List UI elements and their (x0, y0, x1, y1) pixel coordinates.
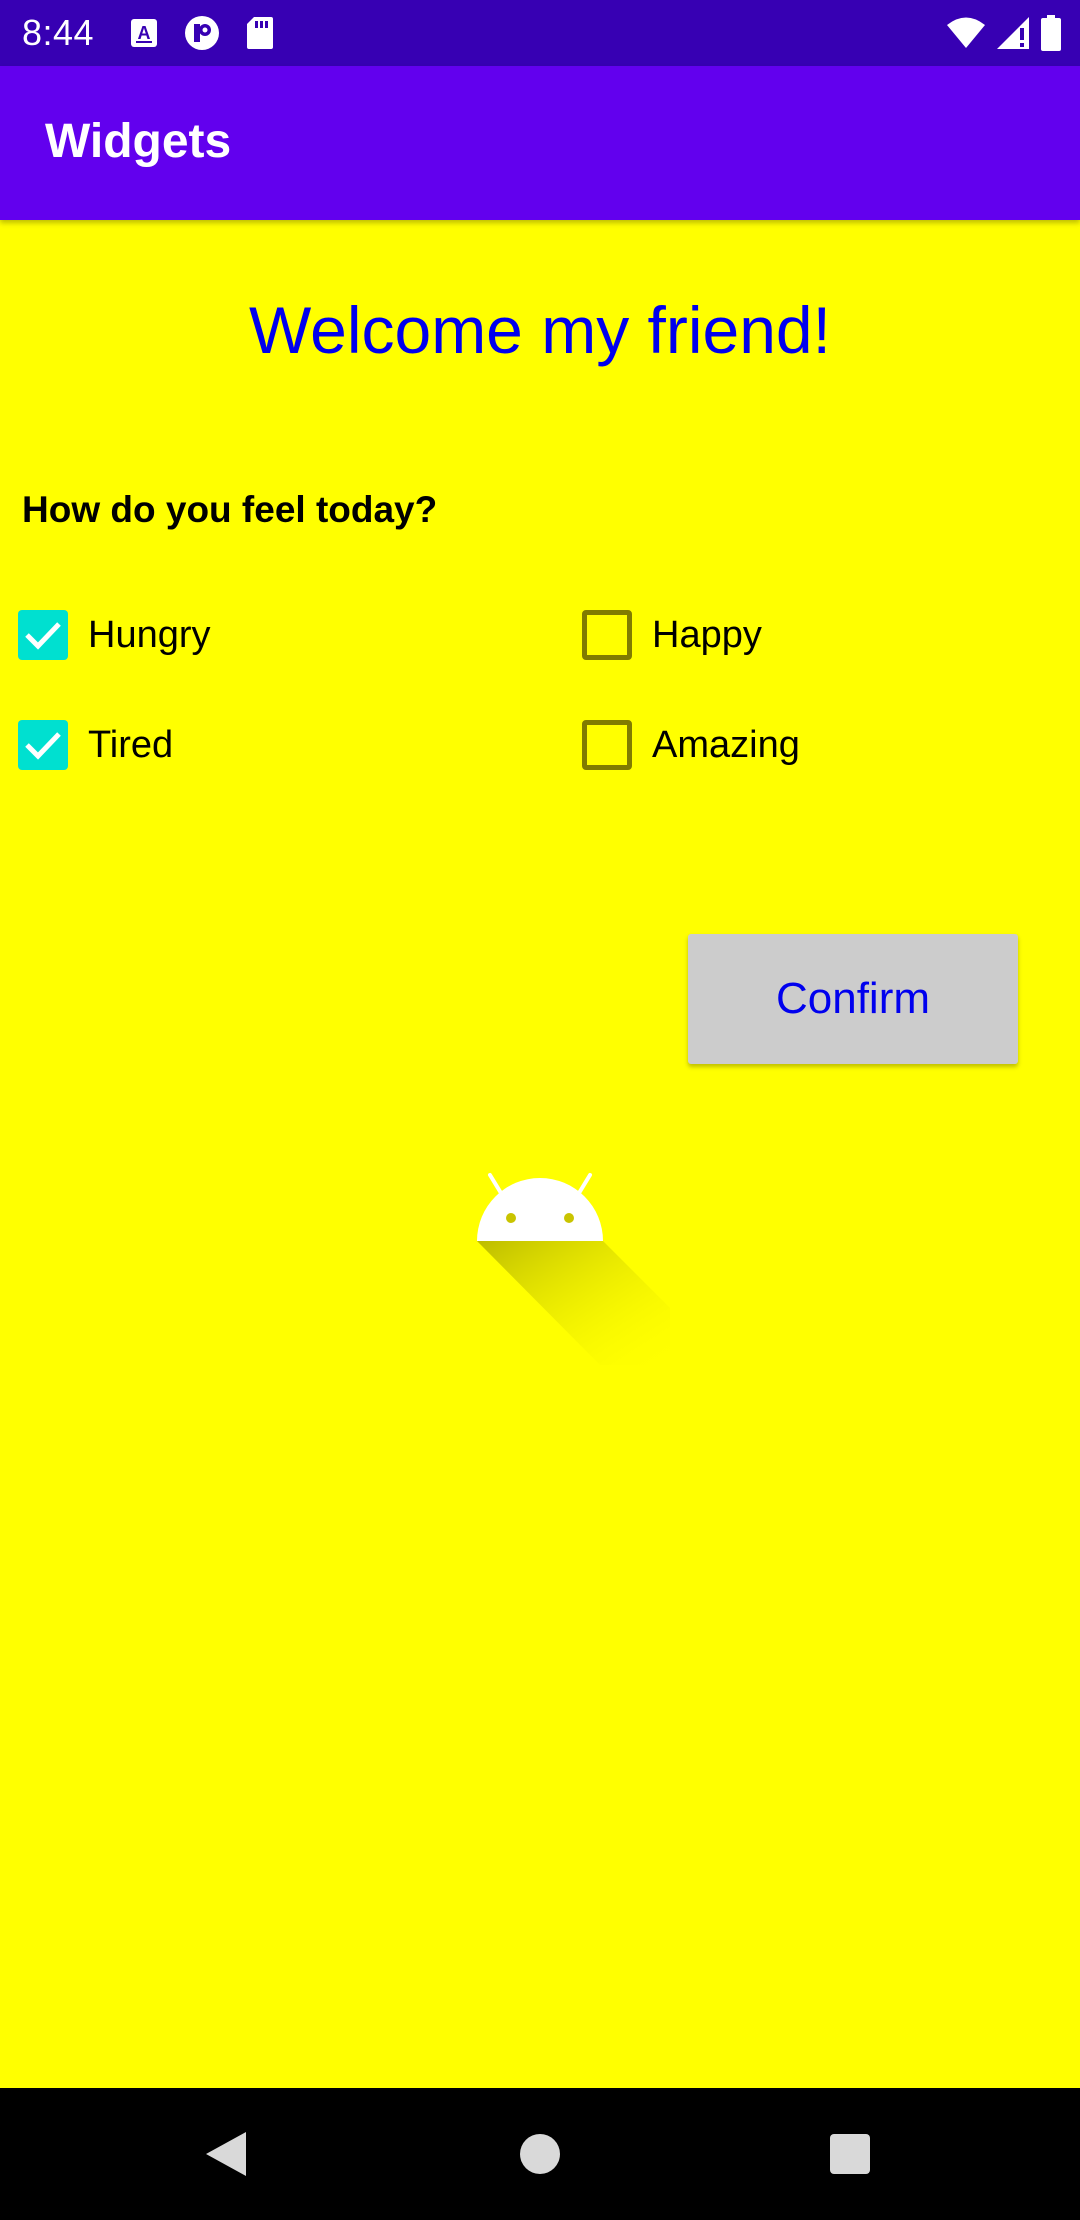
status-time: 8:44 (22, 12, 95, 53)
home-button[interactable] (474, 2088, 606, 2220)
circle-p-notification-icon (184, 15, 220, 51)
home-icon (520, 2134, 560, 2174)
svg-text:A: A (138, 23, 151, 43)
checkbox-amazing[interactable]: Amazing (582, 710, 800, 780)
recents-button[interactable] (784, 2088, 916, 2220)
back-icon (206, 2132, 246, 2176)
checkbox-hungry[interactable]: Hungry (18, 600, 211, 670)
checkbox-happy[interactable]: Happy (582, 600, 762, 670)
android-icon (470, 1165, 670, 1365)
back-button[interactable] (160, 2088, 292, 2220)
welcome-text: Welcome my friend! (249, 293, 831, 367)
sd-card-icon (246, 16, 274, 50)
checkbox-label: Amazing (652, 724, 800, 766)
checkbox-tired[interactable]: Tired (18, 710, 173, 780)
status-right-icons (946, 14, 1062, 52)
a-notification-icon: A (130, 18, 158, 48)
checkbox-checked-icon (18, 610, 68, 660)
checkbox-unchecked-icon (582, 610, 632, 660)
checkbox-label: Happy (652, 614, 762, 656)
app-bar: Widgets (0, 66, 1080, 220)
navigation-bar (0, 2088, 1080, 2220)
confirm-button[interactable]: Confirm (688, 934, 1018, 1064)
status-bar: 8:44 A (0, 0, 1080, 66)
checkbox-checked-icon (18, 720, 68, 770)
checkbox-label: Hungry (88, 614, 211, 656)
checkbox-unchecked-icon (582, 720, 632, 770)
checkbox-label: Tired (88, 724, 174, 766)
app-title: Widgets (45, 115, 232, 168)
status-left-icons: A (130, 15, 274, 51)
question-text: How do you feel today? (22, 489, 438, 530)
wifi-icon (946, 16, 986, 50)
battery-icon (1040, 15, 1062, 51)
signal-icon (996, 16, 1030, 50)
recents-icon (830, 2134, 870, 2174)
